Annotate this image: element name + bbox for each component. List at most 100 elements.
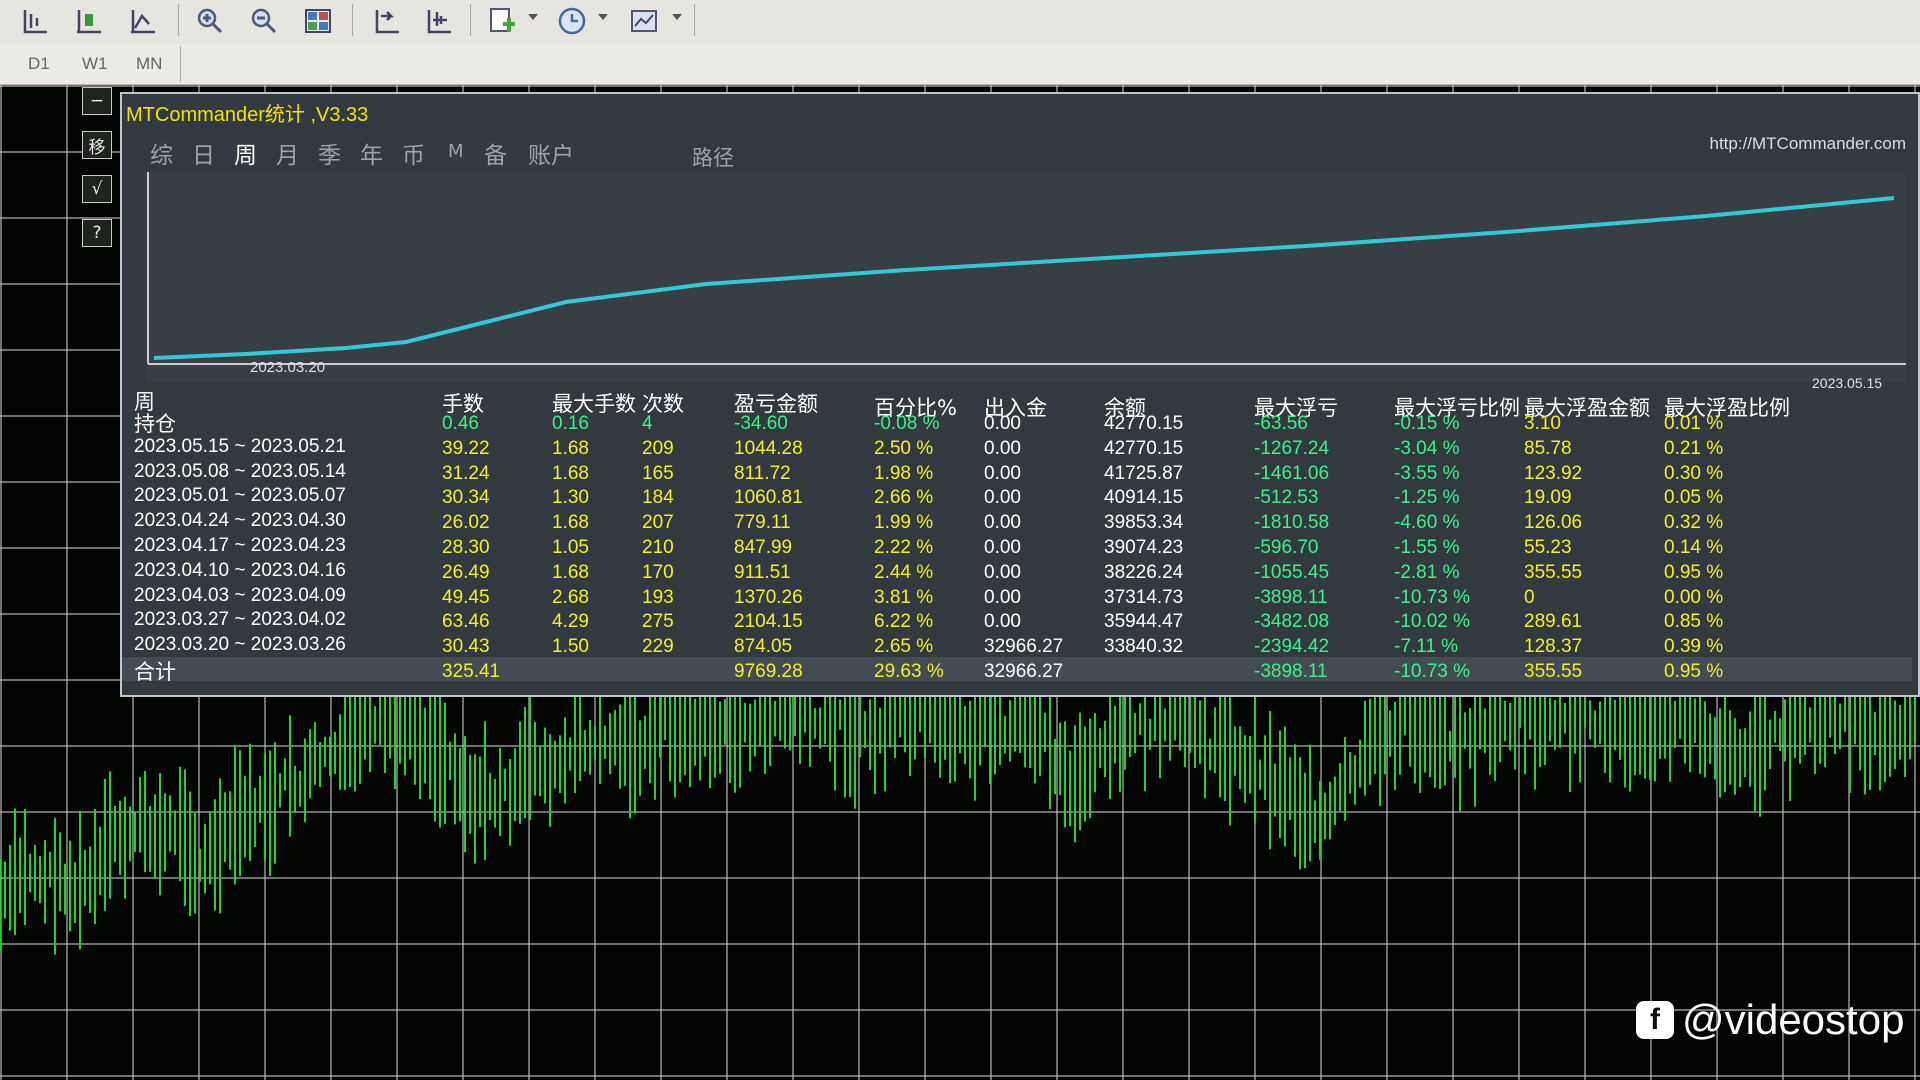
zoom-in-icon[interactable] [192, 4, 228, 38]
cell-max-float-profit: 0 [1524, 586, 1535, 608]
cell-lots: 30.34 [442, 487, 490, 509]
tab-day[interactable]: 日 [192, 136, 215, 170]
cell-max-lots: 2.68 [552, 586, 589, 608]
row-week-label: 2023.04.17 ~ 2023.04.23 [134, 535, 346, 556]
cell-max-drawdown-pct: -10.73 % [1394, 586, 1471, 608]
cell-deposit: 0.00 [984, 437, 1021, 459]
cell-profit: 811.72 [734, 462, 791, 484]
cell-lots: 28.30 [442, 537, 490, 558]
row-week-label: 2023.03.27 ~ 2023.04.02 [134, 609, 346, 631]
cell-max-lots: 1.68 [552, 462, 589, 484]
row-week-label: 2023.05.08 ~ 2023.05.14 [134, 460, 346, 482]
stats-panel: MTCommander统计 ,V3.33 http://MTCommander.… [120, 92, 1920, 697]
cell-profit: 847.99 [734, 537, 793, 558]
tab-currency[interactable]: 币 [402, 136, 425, 170]
cell-lots: 39.22 [442, 437, 490, 459]
cell-max-float-profit-pct: 0.00 % [1664, 586, 1724, 608]
cell-max-lots: 1.30 [552, 487, 589, 509]
curve-end-date: 2023.05.15 [1812, 375, 1883, 391]
cell-count: 210 [642, 537, 674, 558]
cell-count: 170 [642, 561, 674, 583]
autoscroll-icon[interactable] [420, 4, 456, 38]
cell-balance: 37314.73 [1104, 586, 1184, 608]
chart-candle-icon[interactable] [70, 4, 106, 38]
tab-month[interactable]: 月 [276, 136, 299, 170]
period-d1[interactable]: D1 [28, 54, 50, 74]
tab-path[interactable]: 路径 [692, 142, 734, 172]
panel-url-link[interactable]: http://MTCommander.com [1709, 134, 1906, 154]
tab-m[interactable]: M [448, 141, 464, 162]
cell-max-drawdown: -63.56 [1254, 413, 1308, 434]
period-mn[interactable]: MN [136, 54, 162, 74]
cell-max-float-profit: 355.55 [1524, 561, 1583, 583]
cell-max-lots: 1.68 [552, 561, 589, 583]
cell-count: 209 [642, 437, 674, 459]
indicators-icon[interactable] [484, 4, 520, 38]
cell-max-float-profit-pct: 0.30 % [1664, 462, 1724, 484]
cell-count: 207 [642, 512, 674, 534]
cell-max-drawdown-pct: -1.25 % [1394, 487, 1460, 509]
cell-max-float-profit-pct: 0.32 % [1664, 512, 1724, 534]
cell-deposit: 0.00 [984, 537, 1021, 558]
cell-balance: 42770.15 [1104, 413, 1184, 434]
cell-deposit: 0.00 [984, 586, 1021, 608]
zoom-out-icon[interactable] [246, 4, 282, 38]
tab-summary[interactable]: 综 [150, 136, 173, 170]
cell-profit: 1060.81 [734, 487, 803, 509]
total-max-float-profit-pct: 0.95 % [1664, 661, 1724, 682]
total-deposit: 32966.27 [984, 661, 1064, 682]
minimize-button[interactable]: − [82, 87, 112, 115]
cell-balance: 41725.87 [1104, 462, 1184, 484]
move-button[interactable]: 移 [82, 131, 112, 159]
cell-count: 193 [642, 586, 674, 608]
cell-max-drawdown: -2394.42 [1254, 636, 1330, 658]
cell-max-lots: 1.50 [552, 636, 589, 658]
chart-bar-icon[interactable] [16, 4, 52, 38]
tab-quarter[interactable]: 季 [318, 136, 341, 170]
curve-start-date: 2023.03.20 [250, 359, 326, 376]
row-week-label: 2023.05.15 ~ 2023.05.21 [134, 435, 346, 457]
facebook-icon: f [1636, 1001, 1674, 1039]
period-bar: D1 W1 MN [0, 44, 1920, 85]
equity-curve-line [153, 196, 1895, 360]
cell-percent: 3.81 % [874, 586, 934, 608]
row-week-label: 2023.04.10 ~ 2023.04.16 [134, 559, 346, 581]
cell-lots: 31.24 [442, 462, 490, 484]
holding-label: 持仓 [134, 412, 176, 436]
tile-windows-icon[interactable] [300, 4, 336, 38]
cell-count: 229 [642, 636, 674, 658]
tab-account[interactable]: 账户 [528, 136, 574, 170]
chart-line-icon[interactable] [124, 4, 160, 38]
cell-max-float-profit-pct: 0.21 % [1664, 437, 1724, 459]
chart-shift-icon[interactable] [368, 4, 404, 38]
cell-deposit: 0.00 [984, 487, 1021, 509]
cell-max-drawdown-pct: -7.11 % [1394, 636, 1459, 658]
help-button[interactable]: ? [82, 219, 112, 247]
cell-count: 4 [642, 413, 653, 434]
cell-max-float-profit-pct: 0.85 % [1664, 611, 1724, 633]
cell-balance: 38226.24 [1104, 561, 1184, 583]
cell-profit: 1044.28 [734, 437, 803, 459]
tab-year[interactable]: 年 [360, 136, 383, 170]
equity-curve [146, 172, 1906, 382]
cell-max-float-profit-pct: 0.39 % [1664, 636, 1724, 658]
total-profit: 9769.28 [734, 661, 803, 682]
cell-deposit: 0.00 [984, 611, 1021, 633]
cell-percent: 2.22 % [874, 537, 934, 558]
total-percent: 29.63 % [874, 661, 944, 682]
tab-week[interactable]: 周 [234, 136, 257, 170]
cell-deposit: 0.00 [984, 512, 1021, 534]
cell-lots: 30.43 [442, 636, 490, 658]
check-button[interactable]: √ [82, 175, 112, 203]
cell-max-lots: 0.16 [552, 413, 589, 434]
tab-notes[interactable]: 备 [484, 136, 507, 170]
total-max-drawdown-pct: -10.73 % [1394, 661, 1471, 682]
cell-max-lots: 1.68 [552, 437, 589, 459]
cell-max-float-profit-pct: 0.05 % [1664, 487, 1724, 509]
cell-max-float-profit-pct: 0.95 % [1664, 561, 1724, 583]
period-w1[interactable]: W1 [82, 54, 108, 74]
row-week-label: 2023.03.20 ~ 2023.03.26 [134, 634, 346, 656]
templates-icon[interactable] [626, 4, 662, 38]
cell-balance: 42770.15 [1104, 437, 1184, 459]
periods-clock-icon[interactable] [554, 4, 590, 38]
